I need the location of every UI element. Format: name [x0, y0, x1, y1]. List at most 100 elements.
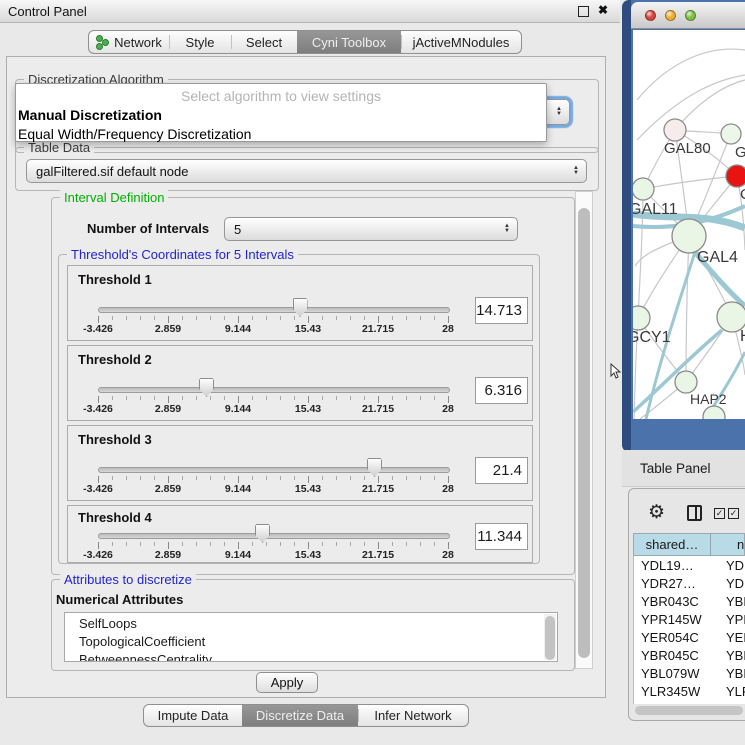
table-row[interactable]: YDL19…YDL1: [634, 556, 745, 574]
network-node[interactable]: [672, 219, 706, 253]
apply-button[interactable]: Apply: [256, 672, 318, 693]
network-node[interactable]: [721, 124, 741, 144]
threshold-value-field[interactable]: 21.4: [475, 457, 528, 484]
panel-scrollbar[interactable]: [575, 191, 593, 669]
table-row[interactable]: YBR043CYBR0: [634, 592, 745, 610]
table-row[interactable]: YBL079WYBL0: [634, 664, 745, 682]
float-window-icon[interactable]: [578, 6, 589, 17]
table-row[interactable]: YLR345WYLR3: [634, 682, 745, 700]
slider-tick-label: 28: [420, 323, 476, 335]
table-row[interactable]: YPR145WYPR1: [634, 610, 745, 628]
table-data-combo[interactable]: galFiltered.sif default node ▲▼: [26, 159, 587, 183]
slider-tick: [308, 396, 309, 403]
slider-track[interactable]: [98, 467, 450, 473]
slider-tick: [98, 476, 99, 483]
tab-select[interactable]: Select: [231, 31, 297, 53]
attribute-list-item[interactable]: BetweennessCentrality: [65, 651, 557, 662]
gear-icon[interactable]: ⚙: [648, 501, 665, 524]
tab-infer-network[interactable]: Infer Network: [358, 705, 468, 726]
table-body[interactable]: YDL19…YDL1YDR27…YDR2YBR043CYBR0YPR145WYP…: [633, 556, 745, 704]
split-column-icon[interactable]: [687, 505, 702, 521]
checkbox-icon[interactable]: ✓: [728, 508, 739, 519]
slider-tick: [252, 542, 253, 546]
threshold-value-field[interactable]: 11.344: [475, 523, 528, 550]
network-node[interactable]: [633, 306, 650, 330]
tab-network[interactable]: Network: [89, 31, 169, 53]
table-header[interactable]: shared…n: [633, 533, 745, 556]
table-cell: YPR1: [719, 612, 745, 627]
slider-tick-label: 28: [420, 403, 476, 415]
tab-jactivemnodules[interactable]: jActiveMNodules: [401, 31, 521, 53]
slider-tick: [364, 396, 365, 400]
slider-tick: [350, 542, 351, 546]
slider-tick: [350, 476, 351, 480]
numerical-attributes-list[interactable]: SelfLoopsTopologicalCoefficientBetweenne…: [64, 612, 558, 662]
network-node[interactable]: [633, 178, 654, 200]
slider-tick: [280, 316, 281, 320]
tab-cyni-toolbox[interactable]: Cyni Toolbox: [297, 31, 401, 53]
slider-track[interactable]: [98, 307, 450, 313]
close-icon[interactable]: ✖: [598, 3, 608, 17]
horizontal-scrollbar[interactable]: [635, 706, 743, 715]
threshold-value-field[interactable]: 14.713: [475, 297, 528, 324]
table-row[interactable]: YBR045CYBR0: [634, 646, 745, 664]
list-scrollbar[interactable]: [544, 614, 556, 660]
slider-thumb[interactable]: [199, 378, 214, 397]
panel-scrollbar-thumb[interactable]: [578, 208, 590, 658]
tab-discretize-data[interactable]: Discretize Data: [242, 705, 358, 726]
table-row[interactable]: YER054CYER0: [634, 628, 745, 646]
slider-tick: [392, 316, 393, 320]
slider-track[interactable]: [98, 387, 450, 393]
threshold-box-3: Threshold 3-3.4262.8599.14415.4321.71528…: [67, 425, 533, 501]
slider-thumb[interactable]: [255, 524, 270, 543]
slider-tick: [126, 476, 127, 480]
slider-tick: [420, 542, 421, 546]
slider-tick: [434, 476, 435, 480]
threshold-value-field[interactable]: 6.316: [475, 377, 528, 404]
table-cell: YBR045C: [634, 648, 719, 663]
slider-tick: [112, 542, 113, 546]
slider-tick: [392, 396, 393, 400]
tab-style[interactable]: Style: [169, 31, 231, 53]
attribute-list-item[interactable]: SelfLoops: [65, 615, 557, 633]
slider-tick: [210, 542, 211, 546]
slider-tick: [168, 316, 169, 323]
slider-tick: [126, 396, 127, 400]
table-cell: YIL0: [719, 702, 745, 705]
slider-tick: [182, 542, 183, 546]
slider-thumb[interactable]: [367, 458, 382, 477]
slider-track[interactable]: [98, 533, 450, 539]
attribute-list-item[interactable]: TopologicalCoefficient: [65, 633, 557, 651]
minimize-traffic-light[interactable]: [665, 10, 676, 21]
zoom-traffic-light[interactable]: [685, 10, 696, 21]
table-cell: YIL052C: [634, 702, 719, 705]
tab-impute-data[interactable]: Impute Data: [144, 705, 242, 726]
slider-tick: [378, 396, 379, 403]
table-row[interactable]: YIL052CYIL0: [634, 700, 745, 704]
slider-tick: [336, 476, 337, 480]
slider-tick: [182, 316, 183, 320]
interval-definition-group: Interval Definition Number of Intervals …: [51, 197, 575, 575]
slider-tick: [350, 316, 351, 320]
slider-tick-label: 15.43: [280, 483, 336, 495]
table-row[interactable]: YDR27…YDR2: [634, 574, 745, 592]
network-canvas[interactable]: GAL80GCGAL11GAL4GCY1HHAP2: [633, 30, 745, 419]
slider-thumb[interactable]: [293, 298, 308, 317]
slider-tick: [238, 316, 239, 323]
column-header[interactable]: n: [711, 534, 745, 555]
network-node[interactable]: [675, 371, 697, 393]
table-cell: YBL079W: [634, 666, 719, 681]
popup-item-0[interactable]: Manual Discretization: [16, 106, 546, 125]
network-node[interactable]: [726, 165, 745, 187]
slider-tick: [280, 542, 281, 546]
network-node[interactable]: [664, 119, 686, 141]
network-node[interactable]: [703, 406, 725, 419]
number-of-intervals-combo[interactable]: 5 ▲▼: [224, 217, 518, 241]
checkbox-icon[interactable]: ✓: [714, 508, 725, 519]
column-header[interactable]: shared…: [634, 534, 711, 555]
close-traffic-light[interactable]: [645, 10, 656, 21]
slider-tick: [308, 316, 309, 323]
popup-item-1[interactable]: Equal Width/Frequency Discretization: [16, 125, 546, 144]
slider-tick: [98, 396, 99, 403]
table-cell: YBR0: [719, 648, 745, 663]
